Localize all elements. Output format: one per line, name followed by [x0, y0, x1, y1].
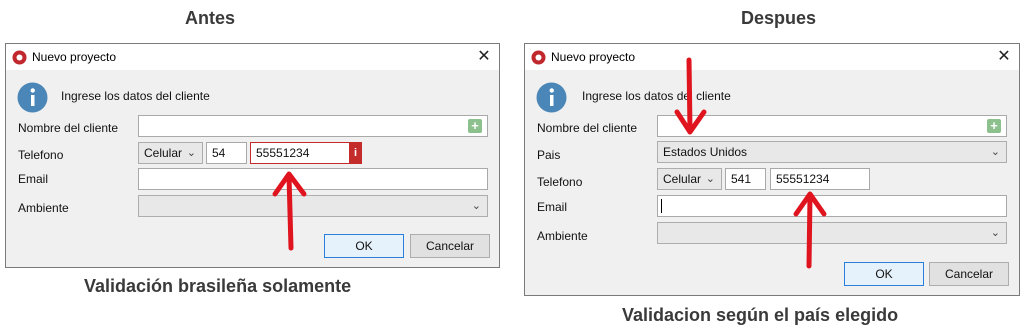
error-icon: i	[349, 142, 362, 164]
phone-type-value: Celular	[144, 146, 183, 160]
phone-number-field[interactable]: 55551234 i	[250, 142, 362, 164]
phone-code-field[interactable]: 54	[206, 142, 247, 164]
env-select[interactable]: ⌄	[657, 222, 1007, 244]
info-text: Ingrese los datos del cliente	[61, 89, 210, 103]
email-label: Email	[537, 200, 568, 214]
env-select[interactable]: ⌄	[138, 195, 488, 217]
add-icon[interactable]: +	[468, 119, 482, 133]
env-label: Ambiente	[537, 229, 588, 243]
dialog-title: Nuevo proyecto	[551, 50, 636, 64]
app-icon	[531, 50, 546, 65]
heading-before: Antes	[185, 8, 236, 28]
email-label: Email	[18, 172, 49, 186]
chevron-down-icon: ⌄	[705, 173, 715, 185]
dialog-after: Nuevo proyecto ✕ Ingrese los datos del c…	[524, 43, 1020, 296]
info-text: Ingrese los datos del cliente	[582, 89, 731, 103]
client-name-field[interactable]: +	[138, 115, 488, 137]
heading-after: Despues	[741, 8, 817, 28]
phone-label: Telefono	[537, 175, 583, 189]
cancel-button[interactable]: Cancelar	[929, 262, 1009, 286]
ok-button[interactable]: OK	[324, 234, 404, 258]
close-button[interactable]: ✕	[989, 44, 1019, 70]
country-value: Estados Unidos	[663, 145, 748, 159]
client-name-label: Nombre del cliente	[18, 121, 119, 135]
ok-button[interactable]: OK	[844, 262, 924, 286]
phone-label: Telefono	[18, 148, 64, 162]
client-name-label: Nombre del cliente	[537, 121, 638, 135]
dialog-before: Nuevo proyecto ✕ Ingrese los datos del c…	[5, 43, 500, 268]
env-label: Ambiente	[18, 201, 69, 215]
caption-before: Validación brasileña solamente	[84, 276, 352, 296]
titlebar: Nuevo proyecto ✕	[6, 44, 499, 70]
client-name-field[interactable]: +	[657, 115, 1007, 137]
app-icon	[12, 50, 27, 65]
info-icon	[536, 82, 567, 113]
info-icon	[17, 82, 48, 113]
email-field[interactable]	[657, 195, 1007, 217]
text-cursor	[661, 199, 662, 213]
phone-type-select[interactable]: Celular ⌄	[138, 142, 203, 164]
cancel-button[interactable]: Cancelar	[410, 234, 490, 258]
dialog-title: Nuevo proyecto	[32, 50, 117, 64]
country-select[interactable]: Estados Unidos ⌄	[657, 141, 1007, 163]
phone-code-field[interactable]: 541	[725, 168, 766, 190]
titlebar: Nuevo proyecto ✕	[525, 44, 1019, 70]
phone-type-select[interactable]: Celular ⌄	[657, 168, 722, 190]
chevron-down-icon: ⌄	[471, 200, 481, 212]
phone-number-value: 55551234	[256, 146, 310, 160]
country-label: Pais	[537, 148, 561, 162]
chevron-down-icon: ⌄	[990, 146, 1000, 158]
add-icon[interactable]: +	[987, 119, 1001, 133]
phone-type-value: Celular	[663, 172, 702, 186]
close-button[interactable]: ✕	[469, 44, 499, 70]
caption-after: Validacion según el país elegido	[622, 305, 899, 325]
chevron-down-icon: ⌄	[186, 147, 196, 159]
email-field[interactable]	[138, 168, 488, 190]
phone-number-field[interactable]: 55551234	[770, 168, 870, 190]
chevron-down-icon: ⌄	[990, 227, 1000, 239]
